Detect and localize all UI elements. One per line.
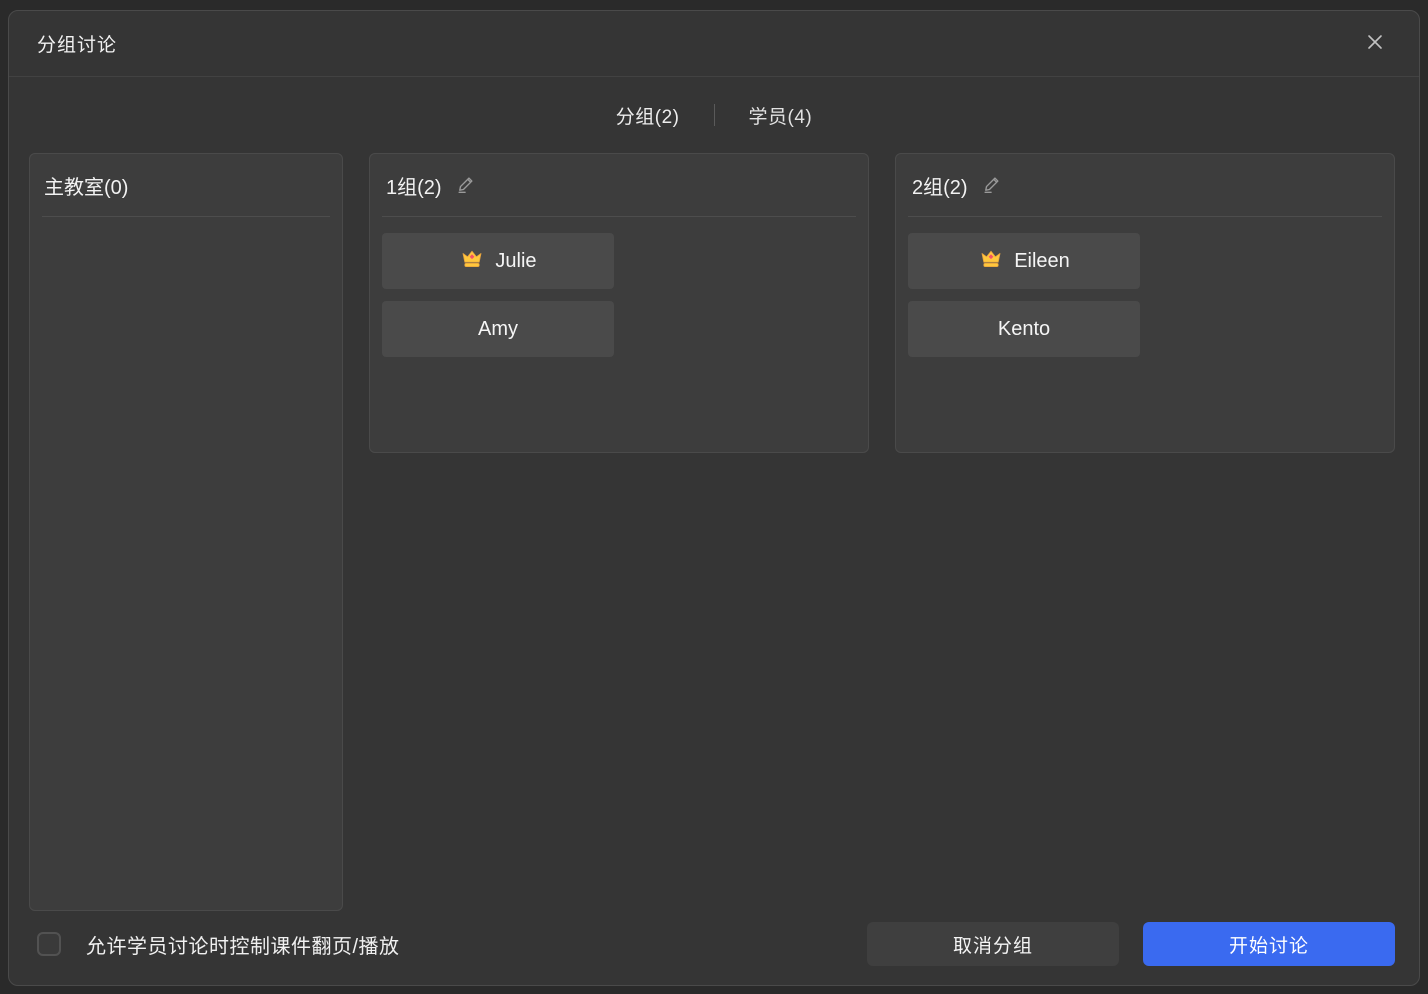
checkbox-label: 允许学员讨论时控制课件翻页/播放: [86, 935, 400, 958]
group-members: Julie Amy: [370, 217, 868, 373]
crown-icon: [459, 247, 485, 276]
panel-divider: [42, 216, 330, 217]
tab-students[interactable]: 学员(4): [749, 102, 813, 129]
footer-buttons: 取消分组 开始讨论: [867, 922, 1395, 966]
dialog-footer: 允许学员讨论时控制课件翻页/播放 取消分组 开始讨论: [9, 911, 1419, 985]
group-header: 2组(2): [896, 154, 1394, 216]
member-tile[interactable]: Amy: [382, 301, 614, 357]
pencil-icon: [455, 173, 477, 198]
member-name: Kento: [997, 317, 1051, 340]
group-name: 1组(2): [386, 176, 442, 199]
breakout-dialog: 分组讨论 分组(2) 学员(4) 主教室(0) 1组(2) Julie Amy …: [8, 10, 1420, 986]
tabs-row: 分组(2) 学员(4): [9, 77, 1419, 153]
main-room-title: 主教室(0): [44, 176, 129, 199]
group-panel-1: 1组(2) Julie Amy: [369, 153, 869, 453]
crown-icon: [978, 247, 1004, 276]
group-header: 1组(2): [370, 154, 868, 216]
cancel-grouping-button[interactable]: 取消分组: [867, 922, 1119, 966]
member-name: Eileen: [1014, 249, 1070, 272]
member-name: Julie: [495, 249, 537, 272]
group-panel-2: 2组(2) Eileen Kento: [895, 153, 1395, 453]
tab-groups[interactable]: 分组(2): [616, 102, 680, 129]
close-button[interactable]: [1359, 28, 1391, 60]
member-tile[interactable]: Eileen: [908, 233, 1140, 289]
edit-group-name-button[interactable]: [980, 173, 1004, 197]
dialog-titlebar: 分组讨论: [9, 11, 1419, 77]
member-name: Amy: [478, 317, 518, 340]
member-tile[interactable]: Julie: [382, 233, 614, 289]
courseware-control-checkbox[interactable]: [37, 932, 61, 956]
group-members: Eileen Kento: [896, 217, 1394, 373]
main-room-panel: 主教室(0): [29, 153, 343, 911]
courseware-control-option: 允许学员讨论时控制课件翻页/播放: [37, 930, 400, 959]
close-icon: [1366, 33, 1384, 54]
dialog-title: 分组讨论: [37, 35, 118, 56]
start-discussion-button[interactable]: 开始讨论: [1143, 922, 1395, 966]
edit-group-name-button[interactable]: [454, 173, 478, 197]
pencil-icon: [981, 173, 1003, 198]
member-tile[interactable]: Kento: [908, 301, 1140, 357]
group-name: 2组(2): [912, 176, 968, 199]
tab-divider: [713, 104, 715, 126]
dialog-content: 主教室(0) 1组(2) Julie Amy 2组(2) Eileen Kent…: [9, 153, 1419, 911]
